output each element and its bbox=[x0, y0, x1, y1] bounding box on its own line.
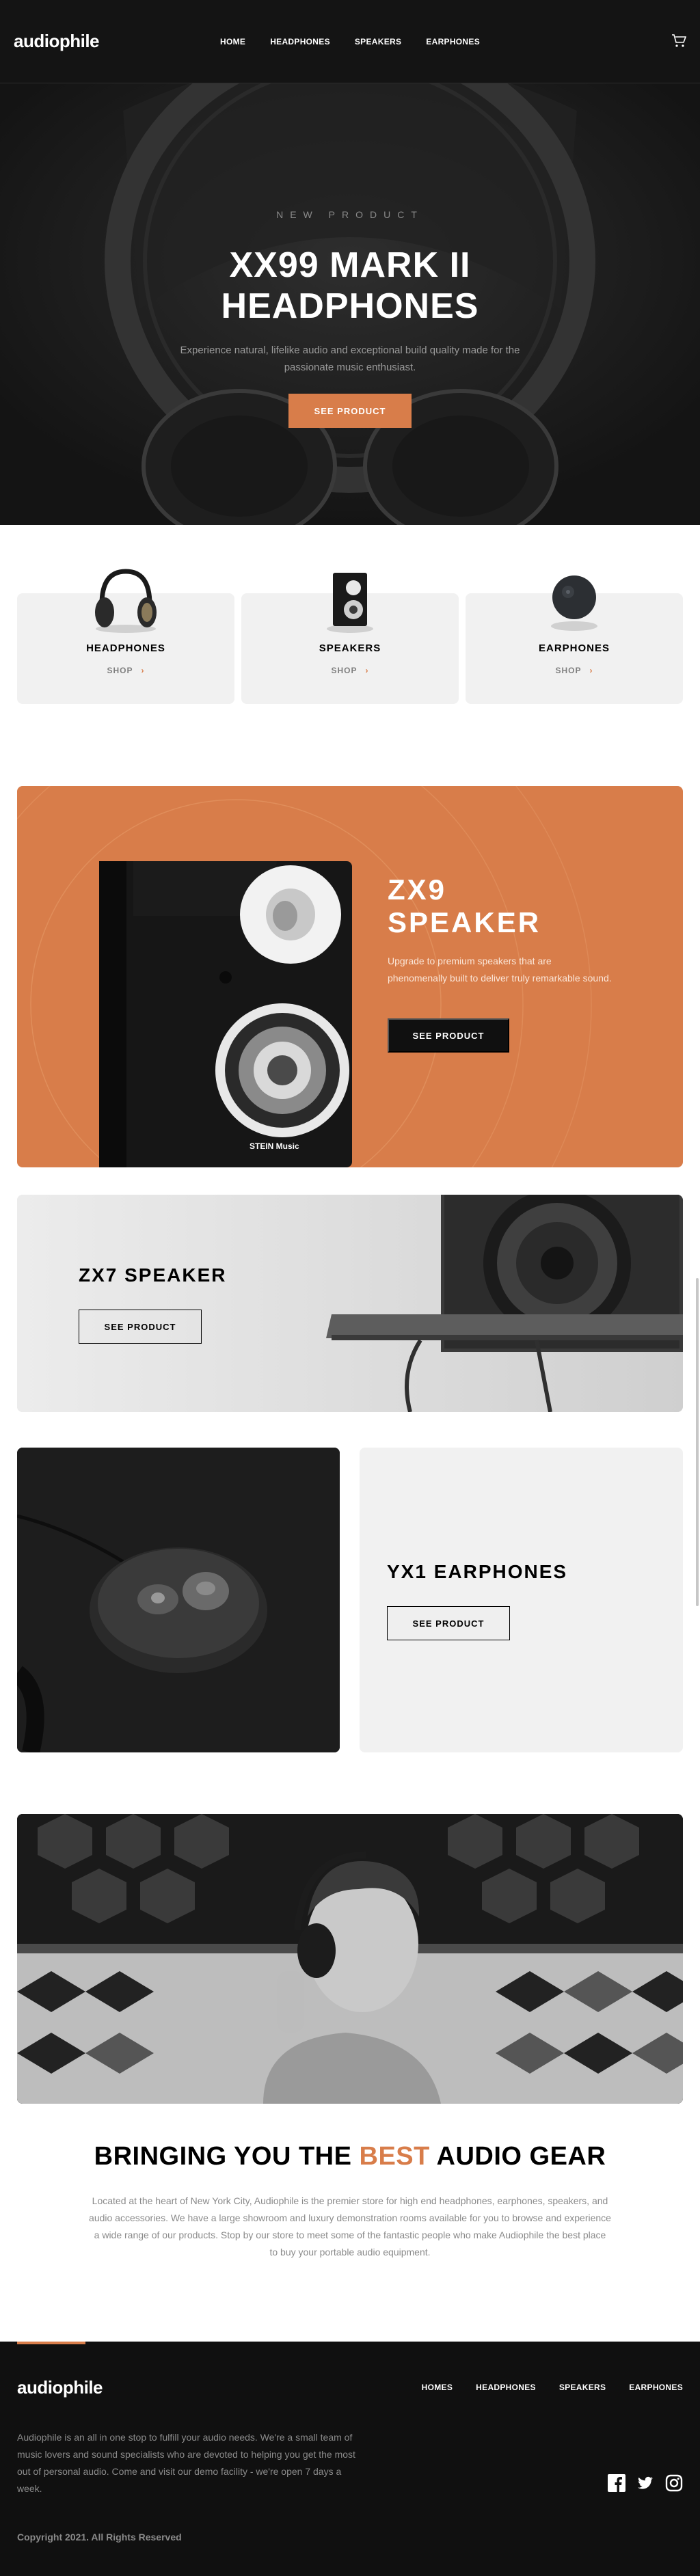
category-name: SPEAKERS bbox=[319, 642, 381, 654]
category-shop-link[interactable]: SHOP › bbox=[466, 666, 683, 675]
instagram-icon[interactable] bbox=[665, 2474, 683, 2492]
yx1-title: YX1 EARPHONES bbox=[387, 1561, 568, 1582]
hero-desc-line2: passionate music enthusiast. bbox=[284, 362, 416, 373]
footer-accent-bar bbox=[17, 2342, 85, 2344]
footer-logo[interactable]: audiophile bbox=[17, 2377, 103, 2398]
zx9-title: ZX9 SPEAKER bbox=[388, 873, 541, 939]
about-title-pre: BRINGING YOU THE bbox=[94, 2142, 360, 2171]
hero-title-line2: HEADPHONES bbox=[221, 286, 479, 326]
zx7-speaker-image bbox=[17, 1195, 683, 1412]
site-header: audiophile HOME HEADPHONES SPEAKERS EARP… bbox=[0, 0, 700, 83]
zx7-see-product-button[interactable]: SEE PRODUCT bbox=[79, 1310, 202, 1344]
about-photo bbox=[17, 1814, 683, 2104]
twitter-icon[interactable] bbox=[636, 2474, 654, 2492]
cart-icon[interactable] bbox=[671, 34, 686, 48]
zx9-brand-mark: STEIN Music bbox=[250, 1141, 299, 1151]
hero-overline: NEW PRODUCT bbox=[276, 209, 424, 220]
earphones-case-image bbox=[17, 1448, 340, 1752]
hero-see-product-button[interactable]: SEE PRODUCT bbox=[288, 394, 412, 428]
hero-description: Experience natural, lifelike audio and e… bbox=[0, 342, 700, 376]
nav-earphones[interactable]: EARPHONES bbox=[426, 37, 480, 46]
category-card-earphones[interactable]: EARPHONES SHOP › bbox=[466, 575, 683, 704]
category-name: HEADPHONES bbox=[86, 642, 165, 654]
zx9-title-line1: ZX9 bbox=[388, 873, 447, 906]
category-name: EARPHONES bbox=[538, 642, 610, 654]
hero-desc-line1: Experience natural, lifelike audio and e… bbox=[180, 344, 520, 356]
zx9-description: Upgrade to premium speakers that are phe… bbox=[388, 955, 612, 984]
chevron-right-icon: › bbox=[365, 666, 369, 675]
zx7-promo-card: ZX7 SPEAKER SEE PRODUCT bbox=[17, 1195, 683, 1412]
speaker-icon bbox=[327, 573, 373, 633]
chevron-right-icon: › bbox=[141, 666, 145, 675]
hero-section: NEW PRODUCT XX99 MARK II HEADPHONES Expe… bbox=[0, 83, 700, 525]
category-shop-link[interactable]: SHOP › bbox=[241, 666, 459, 675]
shop-label: SHOP bbox=[331, 666, 358, 675]
zx9-title-line2: SPEAKER bbox=[388, 906, 541, 938]
category-shop-link[interactable]: SHOP › bbox=[17, 666, 234, 675]
zx7-title: ZX7 SPEAKER bbox=[79, 1264, 227, 1286]
nav-headphones[interactable]: HEADPHONES bbox=[270, 37, 330, 46]
yx1-see-product-button[interactable]: SEE PRODUCT bbox=[387, 1606, 510, 1640]
footer-nav-speakers[interactable]: SPEAKERS bbox=[559, 2383, 606, 2392]
chevron-right-icon: › bbox=[589, 666, 593, 675]
site-footer: audiophile HOMES HEADPHONES SPEAKERS EAR… bbox=[0, 2342, 700, 2576]
zx9-see-product-button[interactable]: SEE PRODUCT bbox=[388, 1018, 509, 1053]
shop-label: SHOP bbox=[555, 666, 582, 675]
nav-home[interactable]: HOME bbox=[220, 37, 245, 46]
page: audiophile HOME HEADPHONES SPEAKERS EARP… bbox=[0, 0, 700, 2576]
logo[interactable]: audiophile bbox=[14, 31, 100, 52]
copyright-text: Copyright 2021. All Rights Reserved bbox=[17, 2532, 182, 2543]
category-card-headphones[interactable]: HEADPHONES SHOP › bbox=[17, 569, 234, 704]
about-description: Located at the heart of New York City, A… bbox=[89, 2195, 611, 2258]
footer-nav-earphones[interactable]: EARPHONES bbox=[629, 2383, 683, 2392]
facebook-icon[interactable] bbox=[608, 2474, 625, 2492]
about-man-with-headphones-image bbox=[17, 1814, 683, 2104]
earphones-icon bbox=[551, 575, 597, 631]
footer-nav-homes[interactable]: HOMES bbox=[422, 2383, 453, 2392]
nav-speakers[interactable]: SPEAKERS bbox=[355, 37, 401, 46]
category-card-speakers[interactable]: SPEAKERS SHOP › bbox=[241, 573, 459, 704]
yx1-earphones-image bbox=[17, 1448, 340, 1752]
about-title-accent: BEST bbox=[359, 2142, 430, 2171]
hero-title-line1: XX99 MARK II bbox=[229, 245, 471, 285]
hero-title: XX99 MARK II HEADPHONES bbox=[0, 245, 700, 327]
footer-social-links bbox=[608, 2474, 683, 2492]
footer-description: Audiophile is an all in one stop to fulf… bbox=[17, 2432, 355, 2494]
page-scrollbar[interactable] bbox=[696, 1278, 699, 1606]
yx1-promo-card: YX1 EARPHONES SEE PRODUCT bbox=[360, 1448, 683, 1752]
zx9-promo-card: STEIN Music ZX9 SPEAKER Upgrade to premi… bbox=[17, 786, 683, 1167]
shop-label: SHOP bbox=[107, 666, 133, 675]
main-nav: HOME HEADPHONES SPEAKERS EARPHONES bbox=[0, 0, 700, 83]
about-title: BRINGING YOU THE BEST AUDIO GEAR bbox=[0, 2142, 700, 2171]
footer-nav-headphones[interactable]: HEADPHONES bbox=[476, 2383, 536, 2392]
headphones-icon bbox=[95, 569, 157, 633]
about-title-post: AUDIO GEAR bbox=[429, 2142, 606, 2171]
footer-nav: HOMES HEADPHONES SPEAKERS EARPHONES bbox=[422, 2383, 683, 2392]
